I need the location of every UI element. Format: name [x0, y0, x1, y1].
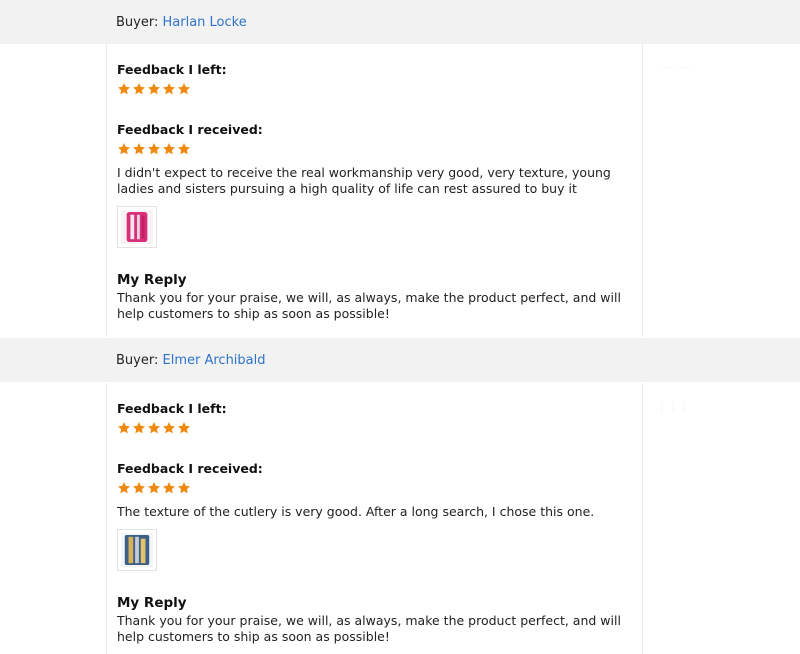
- my-reply-label: My Reply: [117, 272, 187, 288]
- reply-text: Thank you for your praise, we will, as a…: [117, 290, 621, 321]
- star-icon: [132, 143, 146, 155]
- star-icon: [117, 83, 131, 95]
- feedback-left-label: Feedback I left:: [117, 401, 227, 416]
- review-content: Feedback I left: Feedback I received: Th…: [117, 383, 627, 654]
- star-icon: [147, 83, 161, 95]
- star-icon: [147, 482, 161, 494]
- star-icon: [117, 422, 131, 434]
- feedback-received-label: Feedback I received:: [117, 122, 263, 137]
- buyer-name-link[interactable]: Harlan Locke: [163, 15, 247, 30]
- buyer-label: Buyer:: [116, 352, 159, 368]
- star-icon: [147, 422, 161, 434]
- buyer-label: Buyer:: [116, 14, 159, 30]
- product-thumbnail[interactable]: [117, 529, 157, 571]
- received-feedback-text: I didn't expect to receive the real work…: [117, 165, 611, 196]
- product-image: [121, 533, 153, 567]
- product-image: [121, 210, 153, 244]
- star-icon: [177, 83, 191, 95]
- faint-side-mark: | | |: [660, 400, 689, 413]
- buyer-bar: Buyer: Elmer Archibald: [0, 338, 800, 382]
- review-card: Feedback I left: Feedback I received: Th…: [106, 383, 643, 654]
- star-icon: [147, 143, 161, 155]
- review-content: Feedback I left: Feedback I received: I …: [117, 44, 627, 337]
- star-icon: [162, 83, 176, 95]
- received-feedback-text: The texture of the cutlery is very good.…: [117, 504, 595, 519]
- star-icon: [177, 422, 191, 434]
- reply-text: Thank you for your praise, we will, as a…: [117, 613, 621, 644]
- star-icon: [132, 83, 146, 95]
- feedback-received-stars: [117, 142, 191, 156]
- buyer-info: Buyer: Elmer Archibald: [0, 353, 266, 368]
- star-icon: [162, 422, 176, 434]
- star-icon: [162, 482, 176, 494]
- star-icon: [117, 482, 131, 494]
- buyer-bar: Buyer: Harlan Locke: [0, 0, 800, 44]
- star-icon: [132, 482, 146, 494]
- feedback-received-label: Feedback I received:: [117, 461, 263, 476]
- feedback-left-stars: [117, 82, 191, 96]
- faint-side-mark: —·—: [662, 60, 694, 73]
- star-icon: [132, 422, 146, 434]
- buyer-name-link[interactable]: Elmer Archibald: [163, 353, 266, 368]
- feedback-left-stars: [117, 421, 191, 435]
- review-card: Feedback I left: Feedback I received: I …: [106, 44, 643, 337]
- product-thumbnail[interactable]: [117, 206, 157, 248]
- feedback-page: Buyer: Harlan Locke Feedback I left: Fee…: [0, 0, 800, 654]
- star-icon: [177, 143, 191, 155]
- feedback-received-stars: [117, 481, 191, 495]
- feedback-left-label: Feedback I left:: [117, 62, 227, 77]
- star-icon: [117, 143, 131, 155]
- buyer-info: Buyer: Harlan Locke: [0, 15, 247, 30]
- star-icon: [177, 482, 191, 494]
- my-reply-label: My Reply: [117, 595, 187, 611]
- star-icon: [162, 143, 176, 155]
